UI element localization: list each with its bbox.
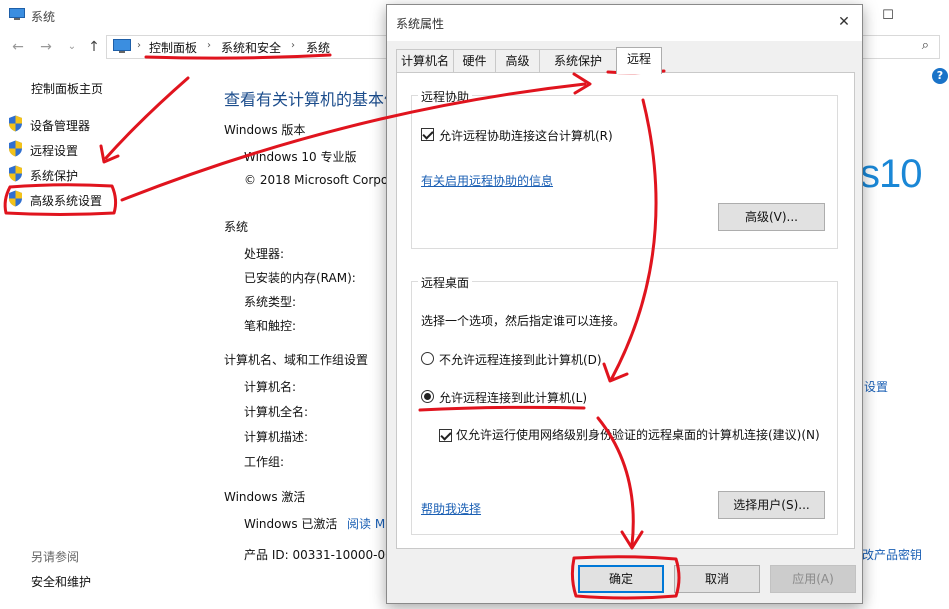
page-title: 查看有关计算机的基本信 [224,90,401,109]
breadcrumb-separator: › [207,40,211,51]
product-id: 产品 ID: 00331-10000-00 [244,548,393,562]
nla-only-checkbox[interactable] [439,429,452,442]
tab-advanced[interactable]: 高级 [495,49,540,73]
allow-remote-assistance-label[interactable]: 允许远程协助连接这台计算机(R) [439,127,613,144]
sidebar-item-label: 设备管理器 [30,119,91,133]
breadcrumb-system[interactable]: 系统 [306,39,330,56]
tab-system-protection[interactable]: 系统保护 [539,49,617,73]
sidebar-item-label: 远程设置 [30,144,79,158]
breadcrumb-separator: › [137,40,141,51]
forward-button[interactable]: → [38,38,54,56]
search-icon[interactable]: ⌕ [922,38,929,53]
help-me-choose-link[interactable]: 帮助我选择 [421,500,481,517]
edition-section-heading: Windows 版本 [224,123,306,137]
computer-row-label: 工作组: [244,455,285,469]
remote-desktop-group: 远程桌面 选择一个选项，然后指定谁可以连接。 不允许远程连接到此计算机(D) 允… [411,274,838,535]
allow-remote-label[interactable]: 允许远程连接到此计算机(L) [439,389,587,406]
windows-edition: Windows 10 专业版 [244,150,357,164]
breadcrumb-separator: › [291,40,295,51]
sidebar-item-label: 高级系统设置 [30,194,103,208]
back-button[interactable]: ← [10,38,26,56]
help-icon[interactable]: ? [932,68,948,84]
remote-assistance-info-link[interactable]: 有关启用远程协助的信息 [421,172,553,189]
windows-10-logo: s10 [860,152,922,196]
group-label: 远程桌面 [418,274,473,291]
dialog-title: 系统属性 [396,17,445,31]
see-also-heading: 另请参阅 [31,550,80,564]
control-panel-home-link[interactable]: 控制面板主页 [31,80,103,97]
computer-section-heading: 计算机名、域和工作组设置 [224,353,369,367]
security-maintenance-link[interactable]: 安全和维护 [31,573,91,590]
activation-status: Windows 已激活 [244,517,338,531]
minimize-button-hidden[interactable] [913,6,933,26]
tab-remote[interactable]: 远程 [616,47,662,74]
shield-icon [9,165,22,182]
breadcrumb-system-security[interactable]: 系统和安全 [221,39,281,56]
system-row-label: 处理器: [244,247,285,261]
disallow-remote-label[interactable]: 不允许远程连接到此计算机(D) [439,351,602,368]
activation-section-heading: Windows 激活 [224,490,306,504]
cancel-button[interactable]: 取消 [674,565,760,593]
close-icon[interactable]: ✕ [834,12,854,32]
ok-button[interactable]: 确定 [578,565,664,593]
tab-hardware[interactable]: 硬件 [453,49,496,73]
advanced-button[interactable]: 高级(V)... [718,203,825,231]
change-product-key-link[interactable]: 改产品密钥 [862,546,922,563]
breadcrumb-control-panel[interactable]: 控制面板 [149,39,197,56]
shield-icon [9,140,22,157]
disallow-remote-radio[interactable] [421,352,434,365]
remote-assistance-group: 远程协助 允许远程协助连接这台计算机(R) 有关启用远程协助的信息 高级(V).… [411,88,838,249]
computer-icon [9,8,25,20]
shield-icon [9,190,22,207]
arrowhead-annotation [99,144,120,164]
system-section-heading: 系统 [224,220,249,234]
recent-locations-button[interactable]: ⌄ [64,38,80,56]
tab-computer-name[interactable]: 计算机名 [396,49,454,73]
copyright-text: © 2018 Microsoft Corpo [244,173,389,187]
computer-row-label: 计算机描述: [244,430,309,444]
remote-tab-panel: 远程协助 允许远程协助连接这台计算机(R) 有关启用远程协助的信息 高级(V).… [396,72,855,549]
window-title: 系统 [31,10,56,24]
allow-remote-assistance-checkbox[interactable] [421,128,434,141]
group-label: 远程协助 [418,88,473,105]
apply-button[interactable]: 应用(A) [770,565,856,593]
arrow-to-advanced-settings-annotation [104,76,190,160]
dialog-titlebar: 系统属性 ✕ [387,5,862,41]
change-settings-link[interactable]: 设置 [864,378,888,395]
nla-only-label[interactable]: 仅允许运行使用网络级别身份验证的远程桌面的计算机连接(建议)(N) [456,427,826,444]
sidebar-item-label: 系统保护 [30,169,79,183]
up-button[interactable]: ↑ [86,38,102,56]
system-row-label: 笔和触控: [244,319,297,333]
computer-row-label: 计算机名: [244,380,297,394]
remote-desktop-instruction: 选择一个选项，然后指定谁可以连接。 [421,314,626,328]
system-row-label: 已安装的内存(RAM): [244,271,356,285]
shield-icon [9,115,22,132]
system-row-label: 系统类型: [244,295,297,309]
allow-remote-radio[interactable] [421,390,434,403]
computer-row-label: 计算机全名: [244,405,309,419]
select-users-button[interactable]: 选择用户(S)... [718,491,825,519]
system-properties-dialog: 系统属性 ✕ 计算机名 硬件 高级 系统保护 远程 远程协助 允许远程协助连接这… [386,4,863,604]
read-license-link[interactable]: 阅读 M [347,515,385,532]
maximize-button[interactable]: ☐ [878,6,898,26]
control-panel-icon [113,39,131,53]
